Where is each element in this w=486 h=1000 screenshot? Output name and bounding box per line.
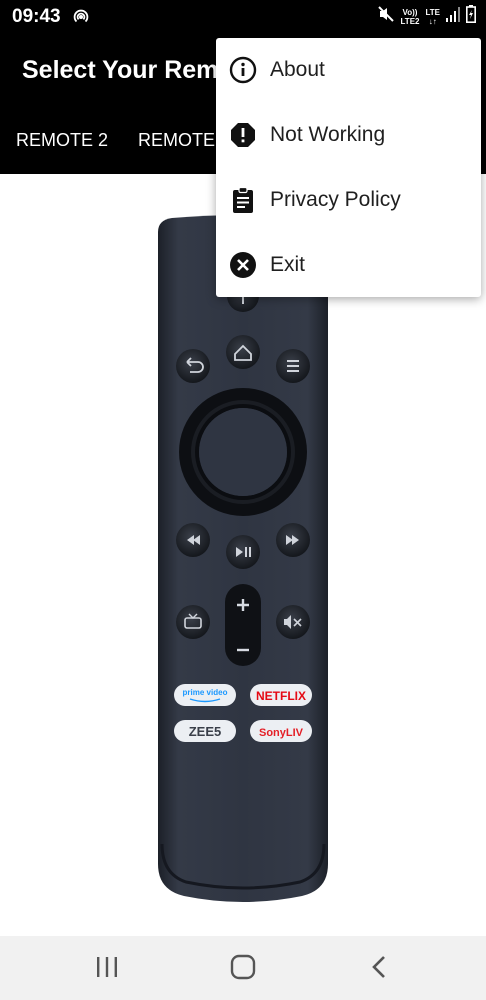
battery-icon: [466, 5, 476, 28]
status-icons: Vo)) LTE2 LTE ↓↑: [377, 5, 476, 28]
menu-item-privacy-policy[interactable]: Privacy Policy: [216, 168, 481, 232]
home-icon[interactable]: [230, 954, 256, 985]
status-time: 09:43: [12, 6, 61, 27]
menu-item-not-working[interactable]: Not Working: [216, 103, 481, 167]
hotspot-icon: [72, 8, 90, 31]
lte-indicator: LTE ↓↑: [425, 7, 440, 26]
menu-item-label: About: [270, 58, 325, 81]
netflix-button[interactable]: NETFLIX: [250, 684, 312, 706]
mute-button[interactable]: [276, 605, 310, 639]
tab-remote-2[interactable]: REMOTE 2: [16, 130, 108, 151]
clipboard-icon: [229, 186, 257, 214]
volume-rocker[interactable]: [225, 584, 261, 666]
rewind-button[interactable]: [176, 523, 210, 557]
menu-button[interactable]: [276, 349, 310, 383]
signal-icon: [446, 6, 460, 27]
menu-item-about[interactable]: About: [216, 38, 481, 102]
mute-icon: [377, 5, 395, 28]
alert-icon: [229, 121, 257, 149]
menu-item-label: Not Working: [270, 123, 386, 146]
play-pause-button[interactable]: [226, 535, 260, 569]
zee5-button[interactable]: ZEE5: [174, 720, 236, 742]
sonyliv-button[interactable]: SonyLIV: [250, 720, 312, 742]
overflow-menu: About Not Working Privacy Policy Exit: [216, 38, 481, 297]
zee5-label: ZEE5: [189, 724, 222, 739]
volte-indicator: Vo)) LTE2: [401, 8, 420, 26]
page-title: Select Your Rem: [22, 56, 219, 84]
recents-icon[interactable]: [95, 954, 119, 985]
remote-image: prime video NETFLIX ZEE5 SonyLIV: [158, 215, 328, 902]
menu-item-label: Privacy Policy: [270, 188, 401, 211]
prime-video-label: prime video: [183, 688, 228, 697]
back-button[interactable]: [176, 349, 210, 383]
lte-label: LTE: [425, 7, 440, 17]
navigation-bar: [0, 936, 486, 1000]
tab-remote[interactable]: REMOTE: [138, 130, 215, 151]
netflix-label: NETFLIX: [256, 689, 306, 703]
info-icon: [229, 56, 257, 84]
tv-button[interactable]: [176, 605, 210, 639]
home-button[interactable]: [226, 335, 260, 369]
fast-forward-button[interactable]: [276, 523, 310, 557]
close-circle-icon: [229, 251, 257, 279]
select-button[interactable]: [199, 408, 287, 496]
back-icon[interactable]: [370, 954, 388, 985]
sonyliv-label: SonyLIV: [259, 727, 304, 739]
menu-item-exit[interactable]: Exit: [216, 233, 481, 297]
prime-video-button[interactable]: prime video: [174, 684, 236, 706]
menu-item-label: Exit: [270, 253, 306, 276]
volte-bottom: LTE2: [400, 16, 420, 26]
volte-top: Vo)): [402, 7, 418, 17]
status-bar: 09:43 Vo)) LTE2 LTE ↓↑: [0, 0, 486, 34]
